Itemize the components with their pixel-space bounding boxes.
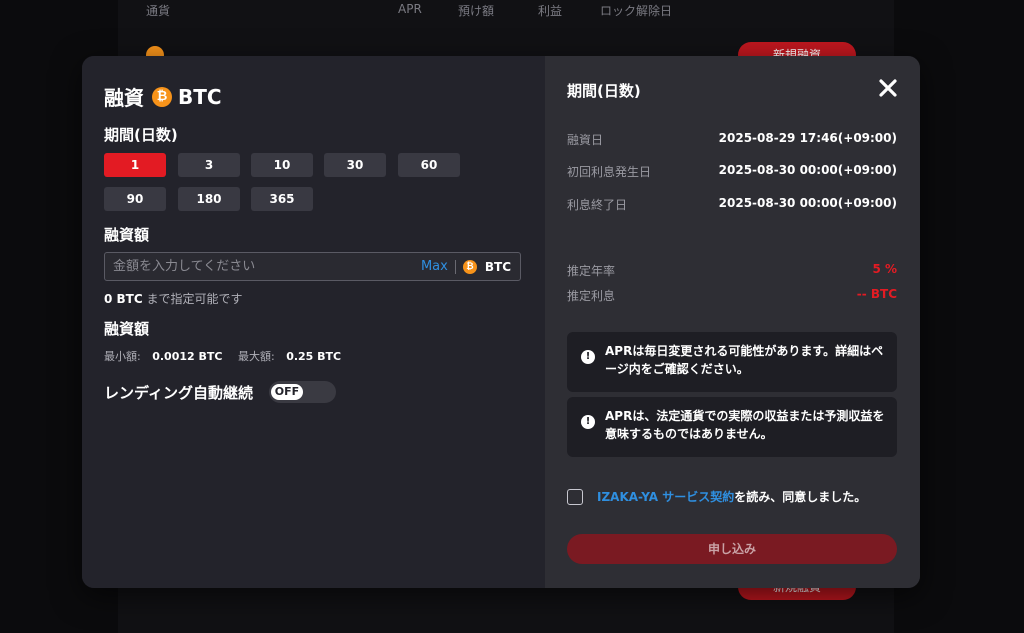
period-label: 期間(日数) [104, 126, 178, 144]
period-chip-90[interactable]: 90 [104, 187, 166, 211]
max-button[interactable]: Max [421, 259, 448, 274]
period-chip-1[interactable]: 1 [104, 153, 166, 177]
amount-input[interactable] [105, 253, 421, 280]
exclamation-icon: ! [581, 415, 595, 429]
header-apr: APR [398, 2, 422, 16]
loan-date-row: 融資日 2025-08-29 17:46(+09:00) [567, 131, 897, 148]
amount-limits: 最小額: 0.0012 BTC 最大額: 0.25 BTC [104, 348, 353, 364]
apr-change-notice: ! APRは毎日変更される可能性があります。詳細はページ内をご確認ください。 [567, 332, 897, 392]
interest-end-value: 2025-08-30 00:00(+09:00) [718, 196, 897, 210]
header-deposit: 預け額 [458, 4, 495, 18]
estimated-interest-value: -- BTC [856, 287, 897, 301]
service-agreement-link[interactable]: IZAKA-YA サービス契約 [597, 488, 734, 505]
bitcoin-icon-small: ₿ [462, 259, 477, 274]
lending-summary-panel: 期間(日数) 融資日 2025-08-29 17:46(+09:00) 初回利息… [545, 56, 920, 588]
max-limit-value: 0.25 BTC [286, 350, 342, 363]
unit-label: ₿ BTC [462, 259, 511, 274]
period-chip-10[interactable]: 10 [251, 153, 313, 177]
estimated-interest-row: 推定利息 -- BTC [567, 287, 897, 304]
bitcoin-icon: ₿ [152, 86, 172, 107]
exclamation-icon: ! [581, 350, 595, 364]
header-profit: 利益 [538, 4, 563, 18]
input-divider [454, 259, 456, 274]
estimated-rate-value: 5 % [872, 262, 897, 276]
unit-text: BTC [484, 259, 511, 274]
first-interest-value: 2025-08-30 00:00(+09:00) [718, 163, 897, 177]
amount-field: Max ₿ BTC [104, 252, 521, 281]
interest-end-row: 利息終了日 2025-08-30 00:00(+09:00) [567, 196, 897, 213]
notice-text-2: APRは、法定通貨での実際の収益または予測収益を意味するものではありません。 [605, 409, 885, 441]
loan-date-value: 2025-08-29 17:46(+09:00) [718, 131, 897, 145]
min-label: 最小額: [104, 350, 141, 363]
available-value: 0 BTC [104, 292, 143, 306]
auto-renew-row: レンディング自動継続 OFF [104, 381, 336, 403]
header-unlock-date: ロック解除日 [600, 4, 673, 18]
close-icon[interactable] [876, 76, 900, 100]
period-chip-3[interactable]: 3 [178, 153, 240, 177]
interest-end-label: 利息終了日 [567, 198, 628, 212]
period-chip-180[interactable]: 180 [178, 187, 240, 211]
available-amount-note: 0 BTC まで指定可能です [104, 290, 243, 307]
loan-date-label: 融資日 [567, 133, 604, 147]
agree-checkbox[interactable] [567, 488, 583, 505]
first-interest-label: 初回利息発生日 [567, 165, 652, 179]
estimated-rate-label: 推定年率 [567, 264, 616, 278]
auto-renew-toggle[interactable]: OFF [268, 381, 336, 403]
header-currency: 通貨 [146, 4, 171, 18]
toggle-state: OFF [270, 384, 303, 400]
agreement-text: を読み、同意しました。 [734, 490, 867, 504]
period-chip-30[interactable]: 30 [324, 153, 386, 177]
max-limit-label: 最大額: [237, 350, 275, 363]
estimated-interest-label: 推定利息 [567, 289, 616, 303]
period-chip-365[interactable]: 365 [251, 187, 313, 211]
period-chip-60[interactable]: 60 [398, 153, 460, 177]
agreement-row: IZAKA-YA サービス契約 を読み、同意しました。 [567, 488, 866, 505]
lending-modal: 融資 ₿ BTC 期間(日数) 1 3 10 30 60 90 180 365 … [82, 56, 920, 588]
background-table-header: 通貨 APR 預け額 利益 ロック解除日 [118, 0, 894, 22]
title-prefix: 融資 [104, 86, 144, 110]
lending-form-panel: 融資 ₿ BTC 期間(日数) 1 3 10 30 60 90 180 365 … [82, 56, 545, 588]
modal-title: 融資 ₿ BTC [104, 82, 222, 111]
apply-button[interactable]: 申し込み [567, 534, 897, 564]
apr-disclaimer-notice: ! APRは、法定通貨での実際の収益または予測収益を意味するものではありません。 [567, 397, 897, 457]
estimated-rate-row: 推定年率 5 % [567, 262, 897, 279]
available-suffix: まで指定可能です [146, 292, 243, 306]
first-interest-row: 初回利息発生日 2025-08-30 00:00(+09:00) [567, 163, 897, 180]
min-value: 0.0012 BTC [152, 350, 223, 363]
amount-label: 融資額 [104, 226, 150, 244]
limits-label: 融資額 [104, 320, 150, 338]
notice-text-1: APRは毎日変更される可能性があります。詳細はページ内をご確認ください。 [605, 344, 884, 376]
auto-renew-label: レンディング自動継続 [104, 383, 253, 402]
title-coin: BTC [178, 84, 222, 109]
summary-title: 期間(日数) [567, 82, 641, 100]
